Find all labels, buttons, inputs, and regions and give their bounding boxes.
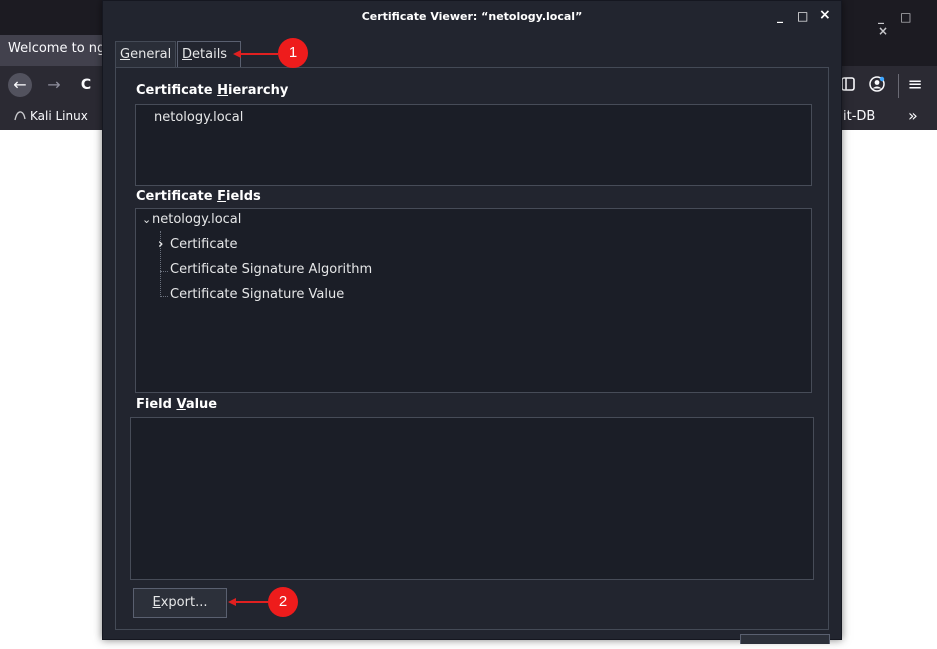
field-value-textarea[interactable] <box>130 417 814 580</box>
export-button[interactable]: Export... <box>133 588 227 618</box>
certificate-fields-tree[interactable]: ⌄netology.local › Certificate Certificate… <box>135 208 812 393</box>
certificate-fields-label: Certificate Fields <box>136 189 261 204</box>
certificate-hierarchy-list[interactable]: netology.local <box>135 104 812 186</box>
minimize-icon[interactable]: _ <box>777 9 783 23</box>
field-item-signature-value[interactable]: Certificate Signature Value <box>170 287 344 302</box>
tab-general[interactable]: General <box>115 41 176 67</box>
bookmarks-overflow-icon[interactable]: » <box>908 106 918 125</box>
reload-icon[interactable]: C <box>74 73 98 97</box>
annotation-arrow <box>240 53 278 55</box>
toolbar-separator <box>898 74 899 98</box>
account-icon[interactable] <box>868 76 886 97</box>
bookmark-exploit-db[interactable]: it-DB <box>843 109 875 124</box>
back-icon[interactable]: ← <box>8 73 32 97</box>
sidebar-icon[interactable] <box>840 76 856 96</box>
browser-window-controls[interactable]: _ □ × <box>878 10 937 38</box>
tab-details[interactable]: Details <box>177 41 241 67</box>
dialog-title: Certificate Viewer: “netology.local” <box>361 10 583 23</box>
annotation-callout-1: 1 <box>278 38 308 68</box>
maximize-icon[interactable]: □ <box>797 9 808 23</box>
kali-bookmark-icon <box>14 109 26 124</box>
field-item-signature-algorithm[interactable]: Certificate Signature Algorithm <box>170 262 372 277</box>
tree-connector <box>160 296 168 297</box>
close-button[interactable] <box>740 634 830 644</box>
hierarchy-item[interactable]: netology.local <box>154 110 243 125</box>
bookmark-kali-linux[interactable]: Kali Linux <box>30 109 88 123</box>
annotation-arrow <box>235 601 268 603</box>
certificate-hierarchy-label: Certificate Hierarchy <box>136 83 289 98</box>
details-tab-panel: Certificate Hierarchy netology.local Cer… <box>115 67 830 644</box>
menu-icon[interactable]: ≡ <box>906 75 924 95</box>
field-item-certificate[interactable]: › Certificate <box>158 237 238 252</box>
close-icon[interactable]: × <box>819 7 831 23</box>
certificate-viewer-dialog: Certificate Viewer: “netology.local” _ □… <box>102 0 842 644</box>
dialog-titlebar: Certificate Viewer: “netology.local” _ □… <box>103 1 841 33</box>
field-value-label: Field Value <box>136 397 218 412</box>
tree-connector <box>160 271 168 272</box>
forward-icon[interactable]: → <box>42 73 66 97</box>
chevron-down-icon[interactable]: ⌄ <box>142 213 152 226</box>
chevron-right-icon[interactable]: › <box>158 237 170 252</box>
browser-tab[interactable]: Welcome to ng <box>0 35 104 66</box>
annotation-callout-2: 2 <box>268 587 298 617</box>
fields-root-item[interactable]: ⌄netology.local <box>142 212 241 227</box>
